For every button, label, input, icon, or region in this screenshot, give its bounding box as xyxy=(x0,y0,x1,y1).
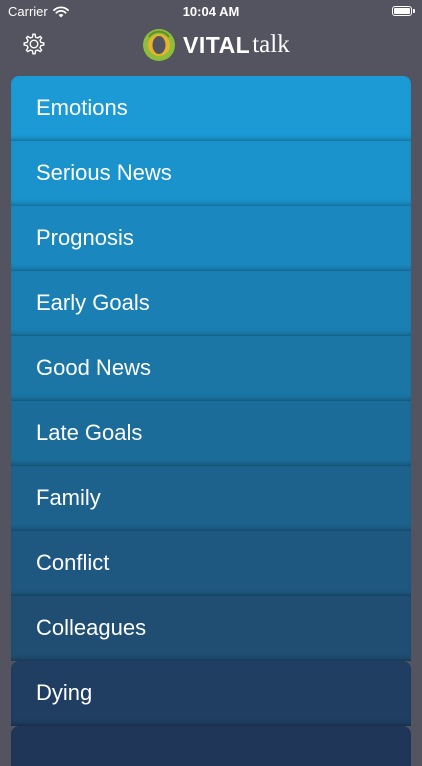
topic-item[interactable]: Family xyxy=(11,466,411,531)
topic-label: Late Goals xyxy=(36,420,143,445)
topic-label: Prognosis xyxy=(36,225,134,250)
topic-label: Good News xyxy=(36,355,151,380)
topic-label: Colleagues xyxy=(36,615,147,640)
topic-label: Dying xyxy=(36,680,93,705)
topic-item[interactable]: Early Goals xyxy=(11,271,411,336)
battery-icon xyxy=(392,6,415,16)
topics-list: Emotions Serious News Prognosis Early Goals… xyxy=(11,76,411,766)
topic-label: Conflict xyxy=(36,550,110,575)
topic-label: Early Goals xyxy=(36,290,150,315)
topic-item[interactable]: Serious News xyxy=(11,141,411,206)
status-time: 10:04 AM xyxy=(182,4,240,19)
vitaltalk-logo: VITAL talk xyxy=(141,27,290,63)
logo-mark-icon xyxy=(143,29,175,61)
topic-item[interactable]: Colleagues xyxy=(11,596,411,661)
topic-label: Serious News xyxy=(36,160,172,185)
nav-bar: VITAL talk xyxy=(0,24,422,68)
logo-text-vital: VITAL xyxy=(183,31,251,58)
status-bar: Carrier 10:04 AM xyxy=(0,0,422,24)
gear-icon xyxy=(23,33,45,55)
topic-label: Emotions xyxy=(36,95,128,120)
topic-item[interactable]: Emotions xyxy=(11,76,411,141)
topic-label: Family xyxy=(36,485,101,510)
topic-item[interactable]: Prognosis xyxy=(11,206,411,271)
topic-item[interactable]: Late Goals xyxy=(11,401,411,466)
topic-item[interactable]: Dying xyxy=(11,661,411,726)
logo-text-talk: talk xyxy=(252,31,290,58)
topic-item[interactable] xyxy=(11,726,411,766)
topic-item[interactable]: Good News xyxy=(11,336,411,401)
topic-item[interactable]: Conflict xyxy=(11,531,411,596)
settings-button[interactable] xyxy=(20,30,48,58)
